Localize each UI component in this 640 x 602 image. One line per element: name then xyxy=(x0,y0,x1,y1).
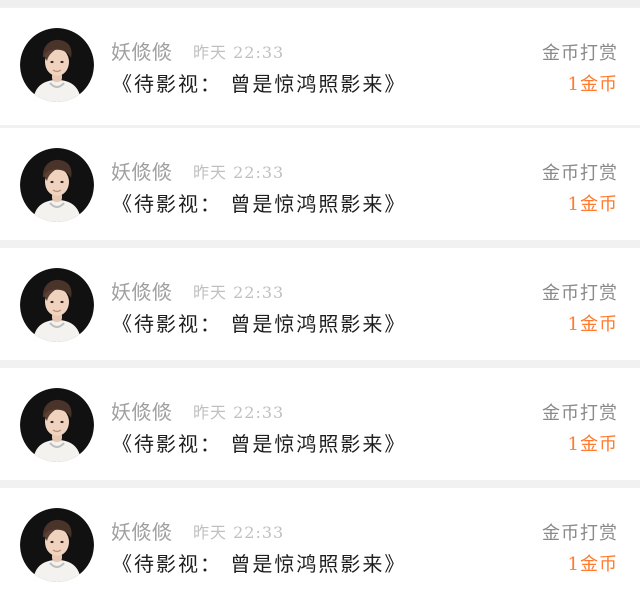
tip-amount: 1金币 xyxy=(567,434,618,455)
avatar[interactable] xyxy=(20,508,94,582)
comment-card[interactable]: 妖倐倐 昨天 22:33 《待影视： 曾是惊鸿照影来》 金币打赏 1金币 xyxy=(0,8,640,125)
comment-text: 《待影视： 曾是惊鸿照影来》 xyxy=(112,432,407,456)
username[interactable]: 妖倐倐 xyxy=(111,276,173,305)
timestamp: 昨天 22:33 xyxy=(193,163,285,182)
comment-list: 妖倐倐 昨天 22:33 《待影视： 曾是惊鸿照影来》 金币打赏 1金币 妖倐倐… xyxy=(0,0,640,602)
tip-button[interactable]: 金币打赏 xyxy=(542,279,618,305)
timestamp: 昨天 22:33 xyxy=(193,523,285,542)
avatar-photo-icon xyxy=(20,388,94,462)
comment-card[interactable]: 妖倐倐 昨天 22:33 《待影视： 曾是惊鸿照影来》 金币打赏 1金币 xyxy=(0,248,640,360)
username[interactable]: 妖倐倐 xyxy=(111,516,173,545)
comment-text: 《待影视： 曾是惊鸿照影来》 xyxy=(112,192,407,216)
avatar-photo-icon xyxy=(20,268,94,342)
tip-amount: 1金币 xyxy=(567,194,618,215)
timestamp: 昨天 22:33 xyxy=(193,403,285,422)
tip-button[interactable]: 金币打赏 xyxy=(542,159,618,185)
tip-amount: 1金币 xyxy=(567,74,618,95)
avatar-photo-icon xyxy=(20,148,94,222)
timestamp: 昨天 22:33 xyxy=(193,283,285,302)
timestamp: 昨天 22:33 xyxy=(193,43,285,62)
comment-text: 《待影视： 曾是惊鸿照影来》 xyxy=(112,72,407,96)
avatar-photo-icon xyxy=(20,508,94,582)
comment-text: 《待影视： 曾是惊鸿照影来》 xyxy=(112,312,407,336)
tip-button[interactable]: 金币打赏 xyxy=(542,39,618,65)
comment-card[interactable]: 妖倐倐 昨天 22:33 《待影视： 曾是惊鸿照影来》 金币打赏 1金币 xyxy=(0,488,640,602)
tip-button[interactable]: 金币打赏 xyxy=(542,519,618,545)
comment-text: 《待影视： 曾是惊鸿照影来》 xyxy=(112,552,407,576)
tip-amount: 1金币 xyxy=(567,554,618,575)
username[interactable]: 妖倐倐 xyxy=(111,396,173,425)
username[interactable]: 妖倐倐 xyxy=(111,156,173,185)
tip-button[interactable]: 金币打赏 xyxy=(542,399,618,425)
tip-amount: 1金币 xyxy=(567,314,618,335)
avatar-photo-icon xyxy=(20,28,94,102)
username[interactable]: 妖倐倐 xyxy=(111,36,173,65)
avatar[interactable] xyxy=(20,388,94,462)
avatar[interactable] xyxy=(20,148,94,222)
avatar[interactable] xyxy=(20,28,94,102)
top-divider xyxy=(0,0,640,7)
avatar[interactable] xyxy=(20,268,94,342)
comment-card[interactable]: 妖倐倐 昨天 22:33 《待影视： 曾是惊鸿照影来》 金币打赏 1金币 xyxy=(0,128,640,240)
comment-card[interactable]: 妖倐倐 昨天 22:33 《待影视： 曾是惊鸿照影来》 金币打赏 1金币 xyxy=(0,368,640,480)
